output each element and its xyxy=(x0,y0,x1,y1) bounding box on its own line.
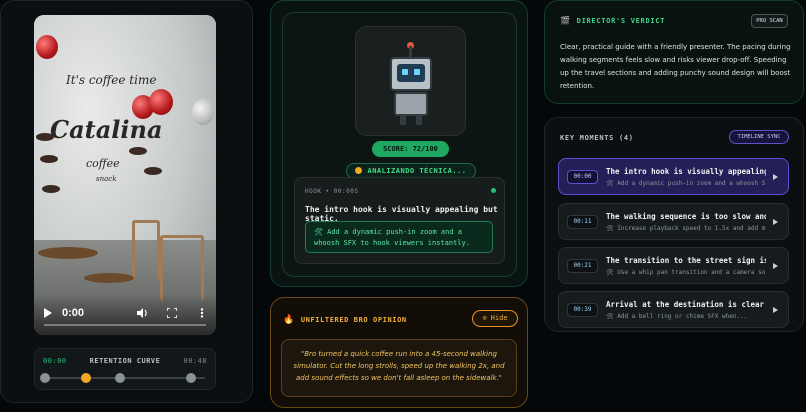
hook-label: HOOK • 00:00S xyxy=(305,188,359,195)
verdict-title: DIRECTOR'S VERDICT xyxy=(576,17,666,25)
table xyxy=(38,247,98,259)
moment-timestamp: 00:00 xyxy=(567,170,598,184)
eye-off-icon: ⊘ xyxy=(482,314,487,322)
flame-icon: 🔥 xyxy=(283,315,295,325)
video-panel: It's coffee time Catalina coffee snack 0… xyxy=(0,0,253,403)
video-progress-bar[interactable] xyxy=(44,324,206,326)
robot-head xyxy=(390,57,432,91)
hook-suggestion: 🛠 Add a dynamic push-in zoom and a whoos… xyxy=(305,221,493,253)
opinion-title: UNFILTERED BRO OPINION xyxy=(300,316,407,324)
moment-title: The walking sequence is too slow and lac… xyxy=(606,212,766,221)
retention-marker[interactable] xyxy=(80,373,91,383)
play-icon[interactable] xyxy=(773,219,778,225)
video-player[interactable]: It's coffee time Catalina coffee snack 0… xyxy=(34,15,216,335)
scene-script-text: It's coffee time xyxy=(66,73,157,87)
verdict-panel: 🎬 DIRECTOR'S VERDICT PRO SCAN Clear, prac… xyxy=(544,0,804,104)
moment-title: Arrival at the destination is clear but … xyxy=(606,300,766,309)
key-moment-item[interactable]: 00:21 The transition to the street sign … xyxy=(558,247,789,284)
robot-face xyxy=(397,64,425,82)
retention-curve: 00:00 RETENTION CURVE 00:48 xyxy=(34,348,216,390)
balloon-decoration xyxy=(36,35,58,59)
retention-marker[interactable] xyxy=(114,373,125,383)
scene-sub-text: snack xyxy=(96,175,117,183)
moment-suggestion: 🛠 Increase playback speed to 1.5x and ad… xyxy=(606,225,766,232)
robot-avatar xyxy=(355,26,466,136)
status-dot xyxy=(355,167,363,174)
speaker-icon[interactable] xyxy=(136,308,148,318)
retention-marker[interactable] xyxy=(40,373,50,383)
hide-opinion-button[interactable]: ⊘ Hide xyxy=(472,310,518,327)
scene-brand-text: Catalina xyxy=(50,115,163,144)
moment-timestamp: 00:21 xyxy=(567,259,598,273)
leaf-decoration xyxy=(42,185,60,193)
chair xyxy=(160,235,204,301)
robot-leg xyxy=(400,116,406,125)
live-indicator xyxy=(491,188,496,193)
verdict-text: Clear, practical guide with a friendly p… xyxy=(560,43,791,90)
play-icon[interactable] xyxy=(773,307,778,313)
hide-button-label: Hide xyxy=(490,314,508,322)
key-moment-item[interactable]: 00:00 The intro hook is visually appeali… xyxy=(558,158,789,195)
moment-title: The transition to the street sign is hel… xyxy=(606,256,766,265)
current-time: 0:00 xyxy=(62,307,85,319)
retention-title: RETENTION CURVE xyxy=(89,357,161,365)
leaf-decoration xyxy=(144,167,162,175)
key-moments-panel: KEY MOMENTS (4) TIMELINE SYNC 00:00 The … xyxy=(544,117,804,332)
leaf-decoration xyxy=(40,155,58,163)
robot-eye xyxy=(402,69,408,75)
opinion-quote: "Bro turned a quick coffee run into a 45… xyxy=(281,339,517,397)
moment-timestamp: 00:39 xyxy=(567,303,598,317)
moment-title: The intro hook is visually appealing but… xyxy=(606,167,766,176)
retention-end-time: 00:48 xyxy=(183,357,207,365)
retention-track xyxy=(45,377,205,379)
balloon-decoration xyxy=(192,99,214,125)
chair xyxy=(132,220,160,280)
clapperboard-icon: 🎬 xyxy=(560,16,571,25)
leaf-decoration xyxy=(129,147,147,155)
pro-scan-badge: PRO SCAN xyxy=(751,14,788,28)
timeline-sync-button[interactable]: TIMELINE SYNC xyxy=(729,130,789,144)
analysis-panel: SCORE: 72/100 ANALIZANDO TÉCNICA... HOOK… xyxy=(270,0,528,287)
robot-antenna xyxy=(409,46,412,57)
more-vertical-icon[interactable] xyxy=(196,308,208,318)
robot-eye xyxy=(414,69,420,75)
key-moments-title: KEY MOMENTS (4) xyxy=(560,134,634,142)
fullscreen-icon[interactable] xyxy=(166,308,178,318)
play-icon[interactable] xyxy=(44,308,52,318)
retention-start-time: 00:00 xyxy=(43,357,67,365)
hook-card: HOOK • 00:00S The intro hook is visually… xyxy=(294,177,505,264)
play-icon[interactable] xyxy=(773,263,778,269)
balloon-decoration xyxy=(149,89,173,115)
moment-suggestion: 🛠 Use a whip pan transition and a camera… xyxy=(606,269,766,276)
robot-leg xyxy=(416,116,422,125)
moment-suggestion: 🛠 Add a bell ring or chime SFX when... xyxy=(606,313,748,320)
moment-suggestion: 🛠 Add a dynamic push-in zoom and a whoos… xyxy=(606,180,766,187)
table xyxy=(84,273,134,283)
score-badge: SCORE: 72/100 xyxy=(372,141,449,157)
robot-body xyxy=(394,92,428,116)
video-controls: 0:00 xyxy=(34,293,216,335)
opinion-header: 🔥 UNFILTERED BRO OPINION xyxy=(283,315,407,325)
moment-timestamp: 00:11 xyxy=(567,215,598,229)
analysis-status-text: ANALIZANDO TÉCNICA... xyxy=(367,167,467,175)
play-icon[interactable] xyxy=(773,174,778,180)
scene-sub-text: coffee xyxy=(86,157,120,170)
key-moment-item[interactable]: 00:11 The walking sequence is too slow a… xyxy=(558,203,789,240)
retention-marker[interactable] xyxy=(185,373,196,383)
key-moment-item[interactable]: 00:39 Arrival at the destination is clea… xyxy=(558,291,789,328)
verdict-header: 🎬 DIRECTOR'S VERDICT xyxy=(560,16,665,25)
opinion-panel: 🔥 UNFILTERED BRO OPINION ⊘ Hide "Bro turne… xyxy=(270,297,528,408)
